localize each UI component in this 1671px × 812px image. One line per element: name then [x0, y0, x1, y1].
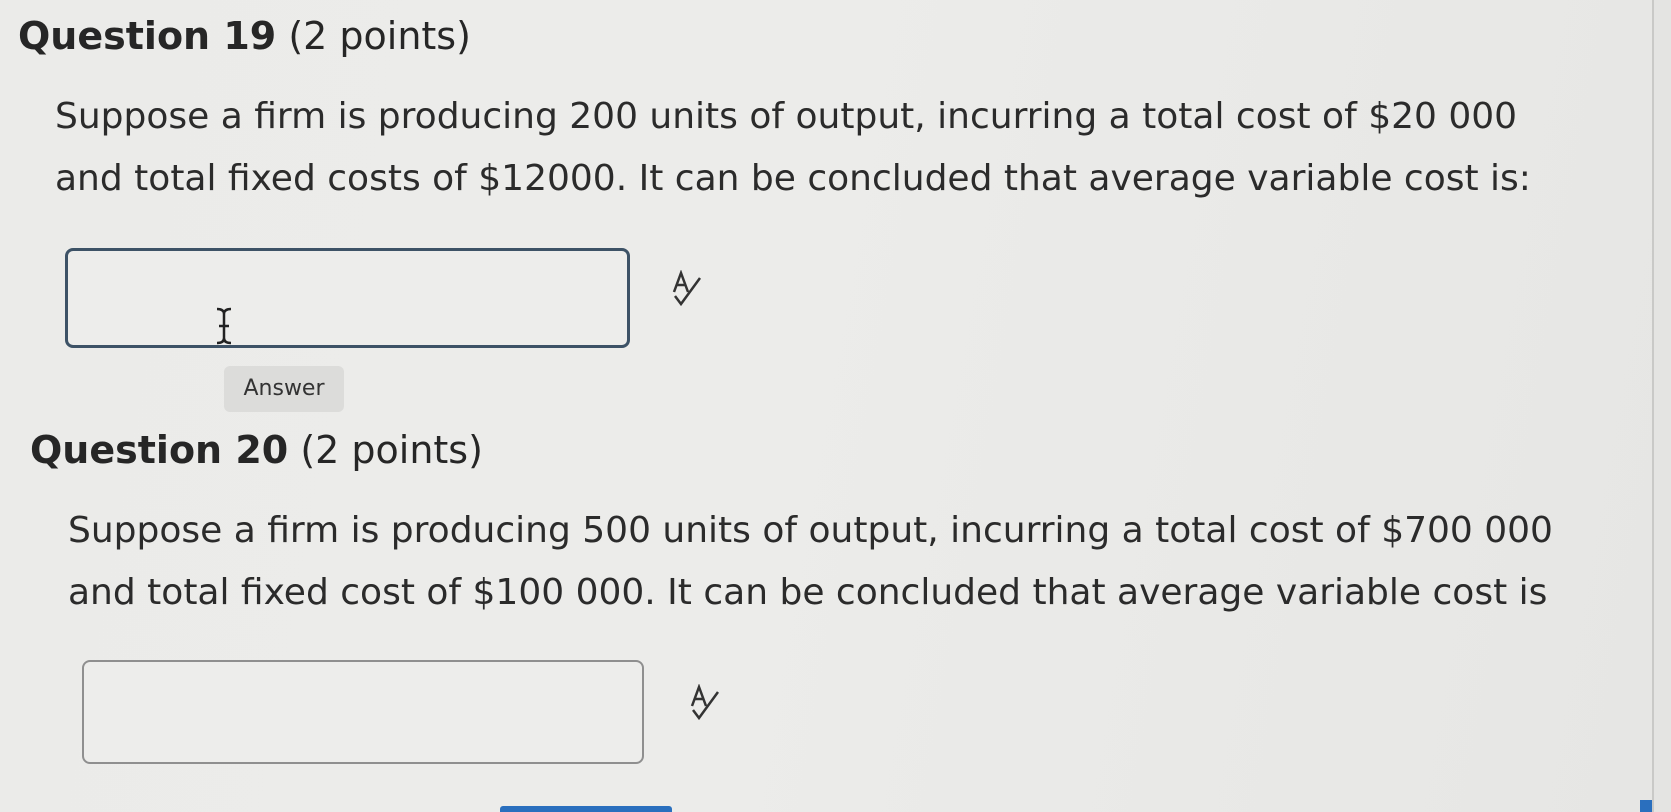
question-20-text-line2: and total fixed cost of $100 000. It can…: [68, 572, 1548, 613]
right-page-edge: [1652, 0, 1671, 812]
quiz-page: Question 19 (2 points) Suppose a firm is…: [0, 0, 1671, 812]
spellcheck-icon[interactable]: [688, 684, 722, 724]
answer-tooltip: Answer: [224, 366, 344, 412]
question-19-text-line2: and total fixed costs of $12000. It can …: [55, 158, 1531, 199]
question-19-points: (2 points): [288, 14, 471, 58]
question-20-text-line1: Suppose a firm is producing 500 units of…: [68, 510, 1553, 551]
question-19-answer-input[interactable]: [65, 248, 630, 348]
question-20-title: Question 20 (2 points): [30, 428, 483, 472]
bottom-right-accent: [1640, 800, 1652, 812]
spellcheck-icon[interactable]: [670, 270, 704, 310]
question-19-title: Question 19 (2 points): [18, 14, 471, 58]
question-19-number: Question 19: [18, 14, 277, 58]
question-19-text-line1: Suppose a firm is producing 200 units of…: [55, 96, 1518, 137]
question-20-points: (2 points): [300, 428, 483, 472]
text-cursor-icon: [216, 307, 232, 345]
question-20-number: Question 20: [30, 428, 289, 472]
bottom-accent-strip: [500, 806, 672, 812]
question-20-answer-input[interactable]: [82, 660, 644, 764]
